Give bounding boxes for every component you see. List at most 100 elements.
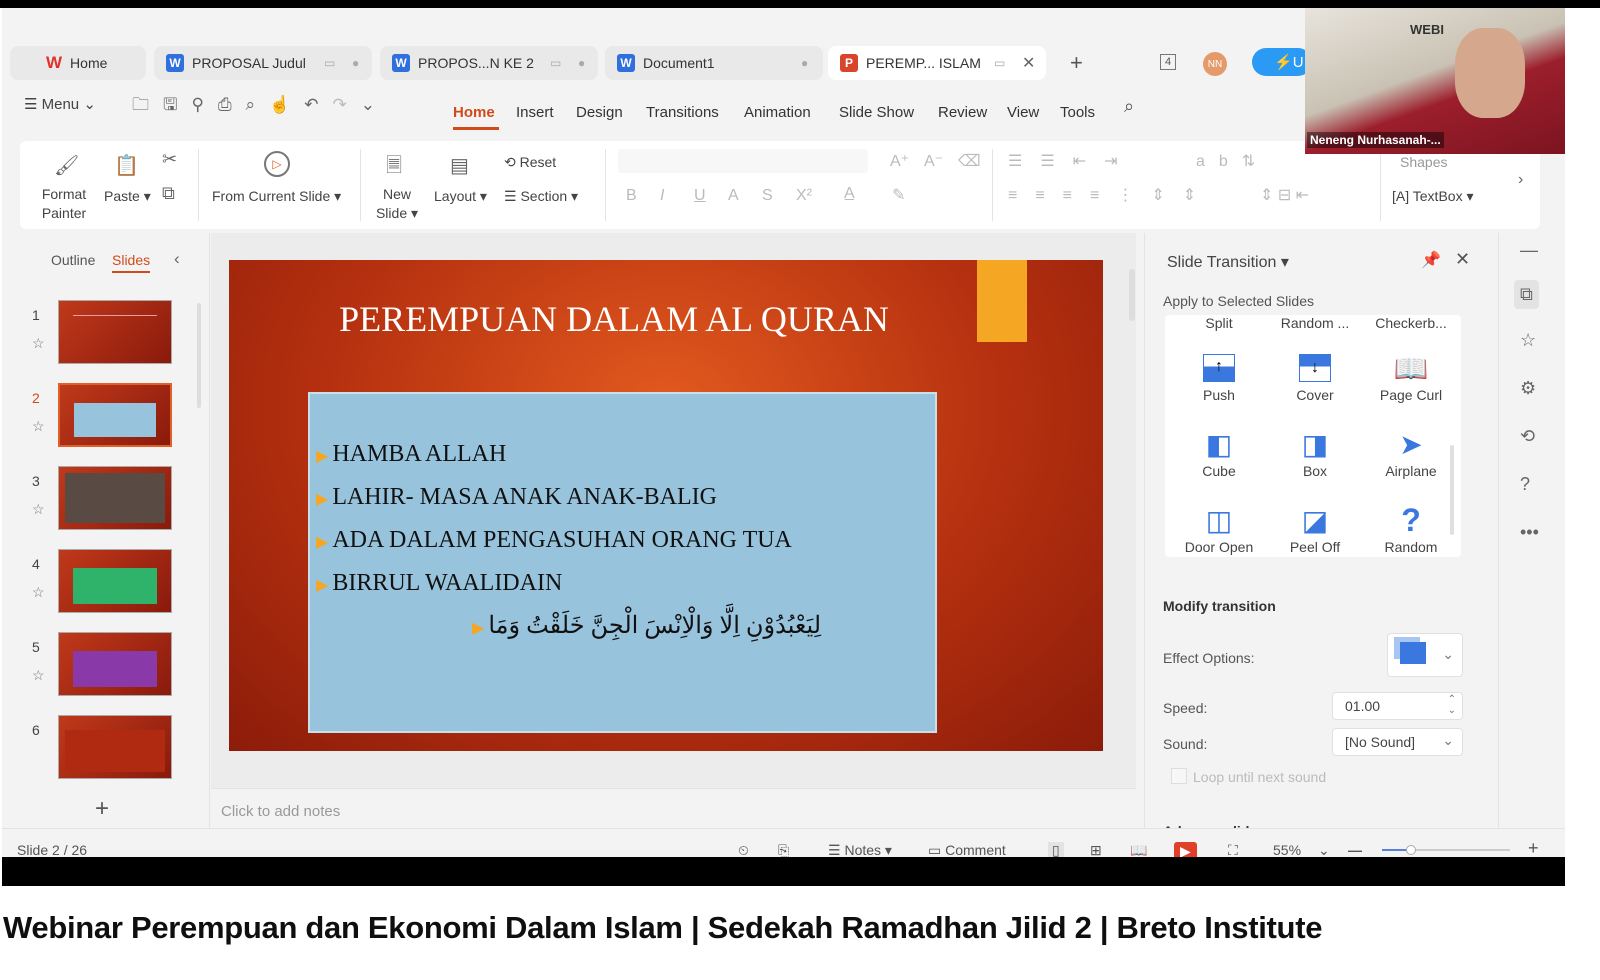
ribbon-tab-slide-show[interactable]: Slide Show [839,104,914,121]
upgrade-button[interactable]: ⚡U [1252,48,1312,76]
slide-thumbnail-6[interactable] [58,715,172,779]
format-painter-button[interactable]: Format Painter [36,185,92,223]
fit-window-icon[interactable]: ⛶ [1228,842,1238,857]
tab-home[interactable]: W Home [10,46,146,80]
star-icon[interactable]: ☆ [32,584,45,601]
panel-title-dropdown[interactable]: Slide Transition ▾ [1167,252,1289,272]
superscript-icon[interactable]: X² [796,187,812,205]
ribbon-tab-animation[interactable]: Animation [744,104,811,121]
normal-view-icon[interactable]: ▯ [1048,842,1064,857]
transition-checkerboard[interactable]: Checkerb... [1363,315,1459,331]
star-icon[interactable]: ☆ [32,501,45,518]
strikethrough-icon[interactable]: A [728,187,739,205]
text-direction-tools[interactable]: ab⇅ [1196,151,1269,171]
shadow-icon[interactable]: S [762,187,773,205]
slides-scrollbar[interactable] [197,303,201,408]
transition-page-curl[interactable]: 📖 Page Curl [1363,349,1459,404]
transition-cube[interactable]: ◧ Cube [1171,425,1267,480]
transition-cover[interactable]: ↓ Cover [1267,349,1363,403]
effect-options-dropdown[interactable]: ⌄ [1387,633,1463,677]
more-icon[interactable]: ••• [1520,522,1539,543]
slide-title[interactable]: PEREMPUAN DALAM AL QURAN [229,298,999,340]
spinner-icon[interactable]: ⌃ ⌄ [1448,694,1456,716]
layout-button[interactable]: Layout ▾ [434,187,487,206]
slide[interactable]: PEREMPUAN DALAM AL QURAN ▶ HAMBA ALLAH ▶… [229,260,1103,751]
loop-checkbox[interactable] [1171,768,1187,784]
zoom-level[interactable]: 55% [1273,842,1301,857]
user-avatar[interactable]: NN [1203,52,1227,76]
notes-input[interactable]: Click to add notes [211,788,1136,828]
timer-icon[interactable]: ⏲ [738,842,749,857]
star-animation-icon[interactable]: ☆ [1520,330,1536,351]
ribbon-tab-tools[interactable]: Tools [1060,104,1095,121]
slide-content-box[interactable]: ▶ HAMBA ALLAH ▶ LAHIR- MASA ANAK ANAK-BA… [308,392,937,733]
underline-icon[interactable]: U [694,187,706,205]
highlight-icon[interactable]: ✎ [892,185,905,205]
minimize-icon[interactable]: — [1520,240,1538,261]
textbox-button[interactable]: [A] TextBox ▾ [1392,187,1474,206]
collapse-panel-icon[interactable]: ‹ [174,249,180,269]
hand-icon[interactable]: ☝ [269,95,304,114]
properties-icon[interactable]: ⚙ [1520,378,1536,399]
zoom-out-button[interactable]: — [1348,842,1362,857]
close-panel-icon[interactable]: ✕ [1455,249,1470,270]
eraser-icon[interactable]: ⌫ [958,151,981,171]
add-slide-button[interactable]: + [95,795,109,823]
tab-document[interactable]: W PROPOS...N KE 2 ▭ ● [380,46,598,80]
reset-button[interactable]: ⟲ Reset [504,153,556,172]
section-button[interactable]: ☰ Section ▾ [504,187,578,206]
bold-icon[interactable]: B [626,187,637,205]
slide-thumbnail-2-selected[interactable] [58,383,172,447]
zoom-slider[interactable] [1382,845,1510,855]
star-icon[interactable]: ☆ [32,667,45,684]
font-name-dropdown[interactable] [618,149,868,173]
cut-icon[interactable]: ✂ [162,149,177,170]
slide-sorter-icon[interactable]: ⊞ [1090,842,1102,857]
tab-presentation-active[interactable]: P PEREMP... ISLAM ▭ ✕ [828,46,1046,80]
transition-peel-off[interactable]: ◪ Peel Off [1267,501,1363,556]
slide-transition-icon[interactable]: ⧉ [1514,280,1539,309]
ribbon-tab-insert[interactable]: Insert [516,104,554,121]
pin-icon[interactable]: 📌 [1421,250,1441,270]
help-icon[interactable]: ? [1520,474,1530,495]
print-preview-icon[interactable]: ⌕ [246,95,270,114]
comment-button[interactable]: ▭ Comment [928,842,1006,857]
increase-font-icon[interactable]: A⁺ [890,151,909,171]
play-slideshow-button[interactable]: ▶ [1174,842,1197,857]
link-icon[interactable]: ⚲ [191,95,217,114]
slide-thumbnail-3[interactable] [58,466,172,530]
transition-split[interactable]: Split [1171,315,1267,331]
notes-button[interactable]: ☰ Notes ▾ [828,842,892,857]
search-icon[interactable]: ⌕ [1124,96,1134,117]
save-icon[interactable]: 🖫 [163,95,191,114]
ribbon-tab-home[interactable]: Home [453,104,495,121]
transition-box[interactable]: ◨ Box [1267,425,1363,480]
history-icon[interactable]: ⟲ [1520,426,1535,447]
tab-document[interactable]: W Document1 ● [605,46,823,80]
ribbon-tab-review[interactable]: Review [938,104,987,121]
window-count-badge[interactable]: 4 [1160,54,1177,70]
outline-tab[interactable]: Outline [51,252,95,268]
slide-thumbnail-5[interactable] [58,632,172,696]
canvas-scrollbar[interactable] [1129,269,1135,321]
alignment-tools[interactable]: ≡≡≡≡⋮⇕⇕ [1008,185,1214,205]
zoom-dropdown-icon[interactable]: ⌄ [1318,842,1330,857]
zoom-in-button[interactable]: + [1528,838,1539,857]
cast-icon[interactable]: ⎘ [778,842,789,857]
shapes-button[interactable]: Shapes [1400,153,1447,172]
from-current-slide-button[interactable]: From Current Slide ▾ [212,187,341,206]
reading-view-icon[interactable]: 📖 [1130,842,1147,857]
transition-random[interactable]: ? Random [1363,501,1459,556]
open-icon[interactable]: 🗀 [132,95,163,114]
undo-icon[interactable]: ↶ [304,95,332,114]
ribbon-scroll-right-icon[interactable]: › [1518,171,1523,189]
gallery-scrollbar[interactable] [1450,445,1454,535]
redo-icon[interactable]: ↷ [333,95,361,114]
speed-input[interactable]: 01.00 ⌃ ⌄ [1332,692,1463,720]
copy-icon[interactable]: ⧉ [162,183,175,204]
new-tab-button[interactable]: + [1070,50,1083,76]
ribbon-tab-design[interactable]: Design [576,104,623,121]
star-icon[interactable]: ☆ [32,335,45,352]
menu-button[interactable]: ☰ Menu ⌄ [24,95,96,113]
tab-document[interactable]: W PROPOSAL Judul ▭ ● [154,46,372,80]
